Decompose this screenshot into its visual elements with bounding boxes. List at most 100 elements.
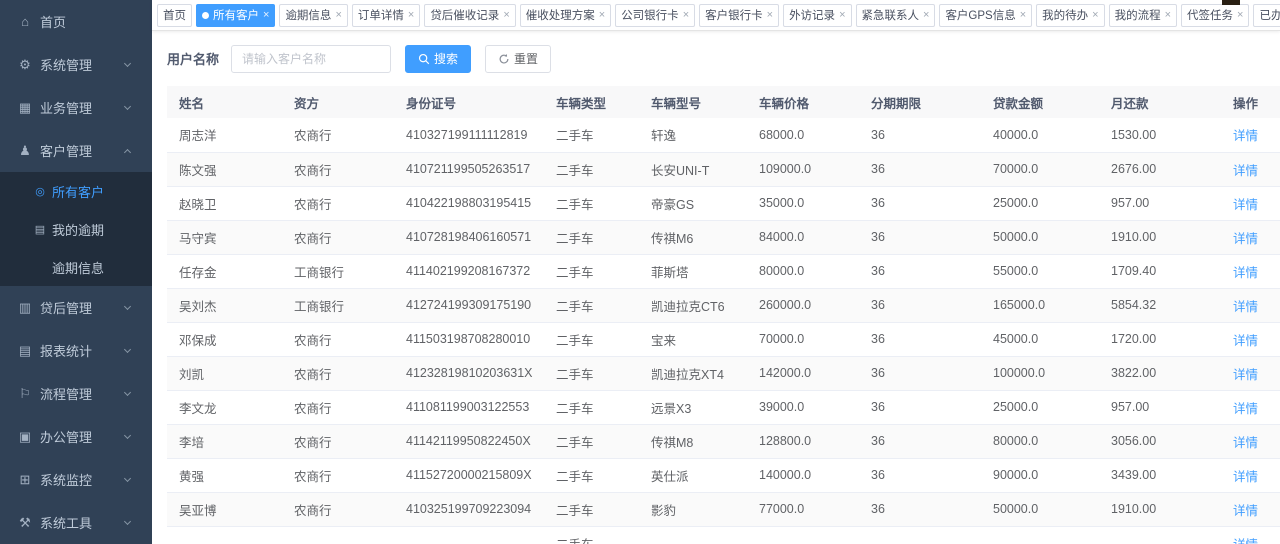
tab-collection-plan[interactable]: 催收处理方案× [520, 4, 611, 27]
table-cell: 影豹 [639, 492, 747, 526]
tab-done-tasks[interactable]: 已办任务× [1253, 4, 1280, 27]
table-cell: 77000.0 [747, 492, 859, 526]
close-tab-icon[interactable]: × [683, 10, 689, 21]
tab-company-bank-card[interactable]: 公司银行卡× [615, 4, 695, 27]
table-cell: 赵晓卫 [167, 186, 282, 220]
table-cell: 农商行 [282, 186, 394, 220]
sidebar-item-office[interactable]: ▣办公管理 [0, 415, 152, 458]
sidebar-item-monitor[interactable]: ⊞系统监控 [0, 458, 152, 501]
table-cell: 二手车 [544, 254, 639, 288]
detail-link[interactable]: 详情 [1233, 402, 1258, 416]
tab-order-detail[interactable]: 订单详情 × [352, 4, 420, 27]
table-cell: 411081199003122553 [394, 390, 544, 424]
tab-label: 订单详情 [358, 7, 404, 23]
customer-icon: ♟ [17, 143, 33, 159]
sidebar-item-my-overdue[interactable]: ▤ 我的逾期 [0, 210, 152, 248]
detail-link[interactable]: 详情 [1233, 198, 1258, 212]
tab-collection-records[interactable]: 贷后催收记录× [424, 4, 515, 27]
sidebar-item-all-customers[interactable]: ◎所有客户 [0, 172, 152, 210]
close-tab-icon[interactable]: × [1092, 10, 1098, 21]
detail-link[interactable]: 详情 [1233, 266, 1258, 280]
customers-table: 姓名资方身份证号车辆类型车辆型号车辆价格分期期限贷款金额月还款操作 周志洋农商行… [167, 86, 1280, 544]
tab-label: 代签任务 [1187, 7, 1233, 23]
table-cell: 周志洋 [167, 118, 282, 152]
sidebar-item-overdue-info[interactable]: 逾期信息 [0, 248, 152, 286]
table-cell: 李培 [167, 424, 282, 458]
sidebar-item-label: 系统管理 [40, 55, 125, 74]
close-tab-icon[interactable]: × [839, 10, 845, 21]
tab-customer-gps[interactable]: 客户GPS信息× [939, 4, 1032, 27]
sidebar-item-report[interactable]: ▤报表统计 [0, 329, 152, 372]
sidebar-item-home[interactable]: ⌂首页 [0, 0, 152, 43]
sidebar-item-customer[interactable]: ♟客户管理 [0, 129, 152, 172]
table-cell: 36 [859, 424, 981, 458]
detail-link[interactable]: 详情 [1233, 232, 1258, 246]
table-cell: 39000.0 [747, 390, 859, 424]
close-tab-icon[interactable]: × [599, 10, 605, 21]
close-tab-icon[interactable]: × [767, 10, 773, 21]
detail-link[interactable]: 详情 [1233, 436, 1258, 450]
customer-name-input[interactable] [231, 45, 391, 73]
table-row: 李培农商行41142119950822450X二手车传祺M8128800.036… [167, 424, 1280, 458]
tab-my-process[interactable]: 我的流程× [1109, 4, 1177, 27]
table-cell: 3056.00 [1099, 424, 1221, 458]
detail-link[interactable]: 详情 [1233, 504, 1258, 518]
table-cell: 二手车 [544, 322, 639, 356]
table-row: 任存金工商银行411402199208167372二手车菲斯塔80000.036… [167, 254, 1280, 288]
close-tab-icon[interactable]: × [408, 10, 414, 21]
table-cell: 957.00 [1099, 186, 1221, 220]
sidebar-item-label: 我的逾期 [52, 220, 104, 239]
tab-emergency-contacts[interactable]: 紧急联系人× [856, 4, 936, 27]
close-tab-icon[interactable]: × [1165, 10, 1171, 21]
chevron-down-icon [124, 431, 131, 438]
table-cell: 吴刘杰 [167, 288, 282, 322]
table-row: 吴刘杰工商银行412724199309175190二手车凯迪拉克CT626000… [167, 288, 1280, 322]
table-cell: 36 [859, 118, 981, 152]
detail-link[interactable]: 详情 [1233, 334, 1258, 348]
tab-all-customers[interactable]: 所有客户× [196, 4, 275, 27]
detail-link[interactable]: 详情 [1233, 129, 1258, 143]
search-form: 用户名称 搜索 重置 [167, 31, 1265, 86]
table-cell [1099, 526, 1221, 544]
close-tab-icon[interactable]: × [1020, 10, 1026, 21]
close-tab-icon[interactable]: × [335, 10, 341, 21]
tab-sign-tasks[interactable]: 代签任务 × [1181, 4, 1249, 27]
sidebar-item-tools[interactable]: ⚒系统工具 [0, 501, 152, 544]
sidebar-item-system[interactable]: ⚙系统管理 [0, 43, 152, 86]
my-overdue-icon: ▤ [33, 223, 47, 236]
close-tab-icon[interactable]: × [923, 10, 929, 21]
close-tab-icon[interactable]: × [1237, 10, 1243, 21]
reset-button[interactable]: 重置 [485, 45, 551, 73]
detail-link[interactable]: 详情 [1233, 164, 1258, 178]
sidebar-item-business[interactable]: ▦业务管理 [0, 86, 152, 129]
search-button[interactable]: 搜索 [405, 45, 471, 73]
detail-link[interactable]: 详情 [1233, 300, 1258, 314]
tab-label: 外访记录 [789, 7, 835, 23]
tab-visit-records[interactable]: 外访记录 × [783, 4, 851, 27]
table-cell-actions: 详情 [1221, 118, 1280, 152]
tab-overdue-info[interactable]: 逾期信息× [279, 4, 347, 27]
sidebar-item-process[interactable]: ⚐流程管理 [0, 372, 152, 415]
sidebar-item-label: 首页 [40, 12, 152, 31]
close-tab-icon[interactable]: × [503, 10, 509, 21]
table-cell: 41232819810203631X [394, 356, 544, 390]
table-cell: 二手车 [544, 356, 639, 390]
table-cell: 农商行 [282, 220, 394, 254]
detail-link[interactable]: 详情 [1233, 538, 1258, 544]
detail-link[interactable]: 详情 [1233, 470, 1258, 484]
table-cell [167, 526, 282, 544]
tab-home[interactable]: 首页 [157, 4, 192, 27]
sidebar-item-loan[interactable]: ▥贷后管理 [0, 286, 152, 329]
table-cell: 传祺M6 [639, 220, 747, 254]
search-button-label: 搜索 [434, 50, 458, 67]
detail-link[interactable]: 详情 [1233, 368, 1258, 382]
close-tab-icon[interactable]: × [263, 10, 269, 21]
tab-my-todo[interactable]: 我的待办× [1036, 4, 1104, 27]
table-cell: 二手车 [544, 526, 639, 544]
table-row: 吴亚博农商行410325199709223094二手车影豹77000.03650… [167, 492, 1280, 526]
monitor-icon: ⊞ [17, 472, 33, 488]
table-cell: 36 [859, 390, 981, 424]
table-cell: 凯迪拉克CT6 [639, 288, 747, 322]
tab-customer-bank-card[interactable]: 客户银行卡× [699, 4, 779, 27]
table-row: 周志洋农商行410327199111112819二手车轩逸68000.03640… [167, 118, 1280, 152]
